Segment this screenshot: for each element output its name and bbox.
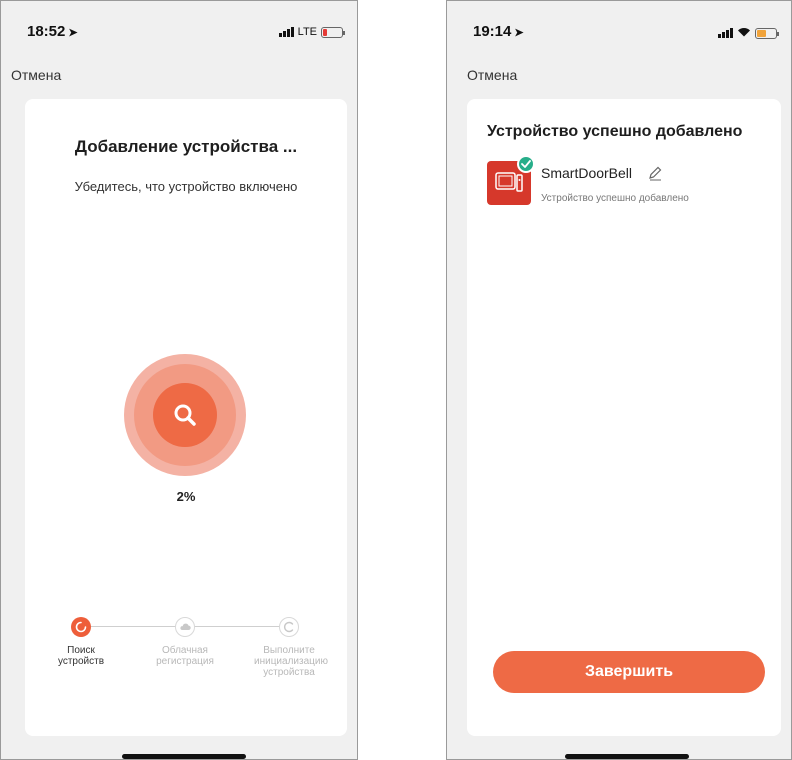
status-bar: 19:14 ➤	[447, 23, 791, 43]
signal-icon	[718, 28, 733, 38]
device-name: SmartDoorBell	[541, 165, 633, 181]
step-initialize-device: Выполните инициализацию устройства	[254, 617, 328, 678]
status-indicators	[718, 26, 779, 40]
step-search-devices: Поиск устройств	[46, 617, 116, 667]
page-title: Добавление устройства ...	[74, 137, 298, 156]
device-status: Устройство успешно добавлено	[541, 193, 689, 204]
right-phone-screen: 19:14 ➤ Отмена Устройство успешно добавле…	[446, 0, 792, 760]
home-indicator[interactable]	[122, 754, 246, 759]
signal-icon	[278, 27, 294, 37]
step-label: Поиск устройств	[57, 645, 105, 667]
added-device-row[interactable]: SmartDoorBell Устройство успешно добавле…	[487, 155, 771, 211]
cancel-button[interactable]: Отмена	[467, 67, 517, 83]
spinner-icon	[71, 617, 91, 637]
location-arrow-icon: ➤	[514, 27, 524, 39]
network-label: LTE	[297, 26, 317, 38]
left-phone-screen: 18:52 ➤ LTE Отмена Добавление устройства …	[0, 0, 358, 760]
battery-charging-icon	[755, 27, 779, 39]
status-time: 19:14 ➤	[473, 23, 524, 40]
home-indicator[interactable]	[565, 754, 689, 759]
progress-ring-middle	[134, 364, 236, 466]
page-title: Устройство успешно добавлено	[487, 123, 743, 140]
step-cloud-registration: Облачная регистрация	[150, 617, 220, 667]
battery-icon	[321, 26, 345, 38]
search-progress-ring	[124, 354, 246, 476]
adding-device-card: Добавление устройства ... Убедитесь, что…	[25, 99, 347, 736]
status-bar: 18:52 ➤ LTE	[1, 23, 357, 43]
setup-steps: Поиск устройств Облачная регистрация Вып…	[25, 617, 347, 737]
cloud-icon	[175, 617, 195, 637]
finish-button[interactable]: Завершить	[493, 651, 765, 693]
status-indicators: LTE	[278, 26, 345, 38]
wifi-icon	[737, 26, 751, 40]
cancel-button[interactable]: Отмена	[11, 67, 61, 83]
progress-percent: 2%	[176, 489, 196, 504]
edit-pencil-icon[interactable]	[647, 165, 663, 186]
location-arrow-icon: ➤	[68, 27, 78, 39]
page-subtitle: Убедитесь, что устройство включено	[74, 179, 298, 194]
spinner-icon	[279, 617, 299, 637]
step-label: Выполните инициализацию устройства	[254, 645, 328, 678]
step-label: Облачная регистрация	[156, 645, 214, 667]
device-added-card: Устройство успешно добавлено SmartDoorBe…	[467, 99, 781, 736]
status-time: 18:52 ➤	[27, 23, 78, 40]
search-icon	[153, 383, 217, 447]
success-check-icon	[517, 155, 535, 173]
